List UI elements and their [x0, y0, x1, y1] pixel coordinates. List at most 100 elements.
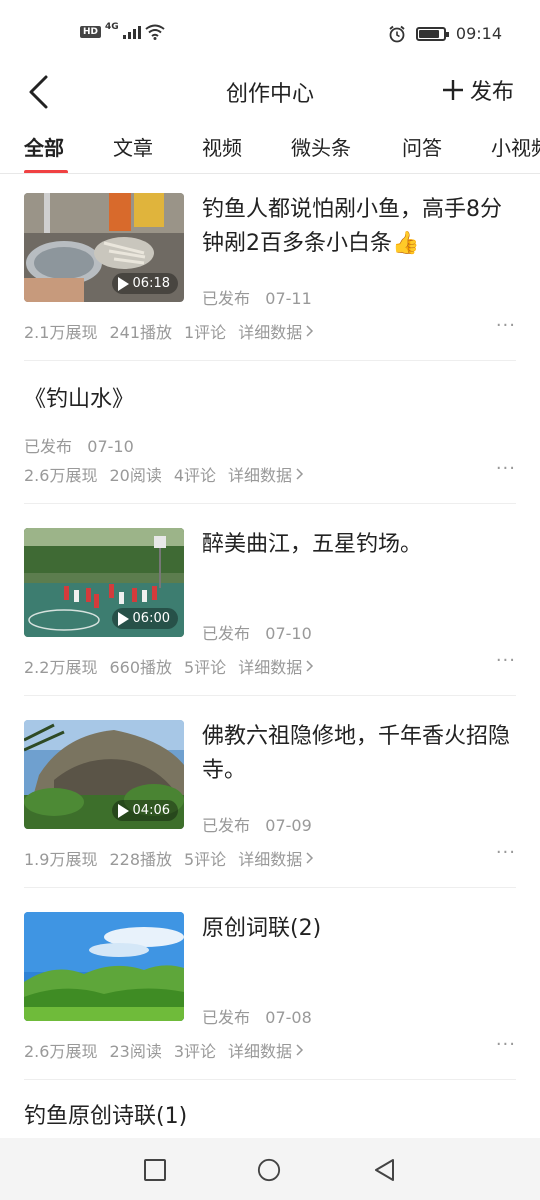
item-stats: 2.6万展现 20阅读 4评论 详细数据 — [24, 462, 304, 486]
tab-qa[interactable]: 问答 — [402, 132, 442, 161]
plays: 228播放 — [109, 850, 172, 869]
detail-data-link[interactable]: 详细数据 — [228, 1038, 304, 1062]
comments: 1评论 — [184, 323, 227, 342]
detail-data-link[interactable]: 详细数据 — [238, 319, 314, 343]
video-thumbnail[interactable]: 04:06 — [24, 720, 184, 829]
publish-button[interactable]: 发布 — [442, 74, 514, 106]
divider — [24, 503, 516, 504]
status-left: HD 4G — [80, 22, 165, 40]
hd-badge: HD — [80, 26, 102, 38]
impressions: 2.2万展现 — [24, 658, 98, 677]
publish-status: 已发布 07-08 — [202, 1004, 312, 1028]
recent-apps-icon[interactable] — [143, 1158, 167, 1182]
item-title[interactable]: 佛教六祖隐修地，千年香火招隐寺。 — [202, 720, 518, 788]
status-text: 已发布 — [202, 289, 251, 308]
duration-label: 06:18 — [132, 276, 170, 291]
more-options-icon[interactable]: ··· — [496, 458, 516, 479]
network-type: 4G — [105, 22, 119, 32]
item-title[interactable]: 《钓山水》 — [24, 383, 504, 417]
publish-label: 发布 — [469, 80, 514, 105]
publish-date: 07-10 — [265, 624, 312, 643]
wifi-icon — [145, 24, 165, 40]
play-icon — [117, 276, 129, 291]
detail-label: 详细数据 — [238, 850, 303, 869]
impressions: 2.1万展现 — [24, 323, 98, 342]
play-icon — [117, 611, 129, 626]
signal-icon — [122, 25, 141, 39]
detail-data-link[interactable]: 详细数据 — [238, 654, 314, 678]
status-right: 09:14 — [388, 24, 502, 43]
item-stats: 1.9万展现 228播放 5评论 详细数据 — [24, 846, 314, 870]
more-options-icon[interactable]: ··· — [496, 315, 516, 336]
tab-all[interactable]: 全部 — [24, 132, 64, 161]
tab-micro-headlines[interactable]: 微头条 — [291, 132, 351, 161]
back-icon[interactable] — [373, 1158, 397, 1182]
plays: 660播放 — [109, 658, 172, 677]
publish-status: 已发布 07-09 — [202, 812, 312, 836]
item-stats: 2.2万展现 660播放 5评论 详细数据 — [24, 654, 314, 678]
item-title[interactable]: 原创词联(2) — [202, 912, 518, 946]
publish-date: 07-10 — [87, 437, 134, 456]
tab-bar: 全部 文章 视频 微头条 问答 小视频 — [0, 118, 540, 174]
video-thumbnail[interactable]: 06:00 — [24, 528, 184, 637]
item-title[interactable]: 钓鱼人都说怕剐小鱼，高手8分钟剐2百多条小白条👍 — [202, 193, 518, 261]
comments: 5评论 — [184, 850, 227, 869]
article-thumbnail[interactable] — [24, 912, 184, 1021]
status-text: 已发布 — [24, 437, 73, 456]
chevron-right-icon — [306, 325, 314, 337]
publish-date: 07-11 — [265, 289, 312, 308]
more-options-icon[interactable]: ··· — [496, 1034, 516, 1055]
detail-data-link[interactable]: 详细数据 — [228, 462, 304, 486]
item-stats: 2.6万展现 23阅读 3评论 详细数据 — [24, 1038, 304, 1062]
video-duration: 06:18 — [111, 273, 178, 294]
chevron-right-icon — [296, 468, 304, 480]
video-duration: 06:00 — [111, 608, 178, 629]
chevron-right-icon — [306, 660, 314, 672]
video-duration: 04:06 — [111, 800, 178, 821]
publish-date: 07-08 — [265, 1008, 312, 1027]
divider — [24, 887, 516, 888]
tab-short-videos[interactable]: 小视频 — [491, 132, 540, 161]
status-text: 已发布 — [202, 624, 251, 643]
detail-label: 详细数据 — [228, 466, 293, 485]
video-thumbnail[interactable]: 06:18 — [24, 193, 184, 302]
header: 创作中心 发布 — [0, 66, 540, 118]
plays: 241播放 — [109, 323, 172, 342]
duration-label: 06:00 — [132, 611, 170, 626]
plus-icon — [442, 80, 463, 100]
tab-articles[interactable]: 文章 — [113, 132, 153, 161]
divider — [24, 360, 516, 361]
battery-fill — [418, 29, 439, 38]
detail-label: 详细数据 — [238, 323, 303, 342]
reads: 20阅读 — [109, 466, 162, 485]
more-options-icon[interactable]: ··· — [496, 650, 516, 671]
divider — [24, 695, 516, 696]
item-title[interactable]: 钓鱼原创诗联(1) — [24, 1100, 504, 1134]
detail-label: 详细数据 — [228, 1042, 293, 1061]
status-text: 已发布 — [202, 816, 251, 835]
publish-status: 已发布 07-10 — [202, 620, 312, 644]
item-title[interactable]: 醉美曲江，五星钓场。 — [202, 528, 518, 562]
duration-label: 04:06 — [132, 803, 170, 818]
battery-icon — [415, 26, 449, 41]
publish-status: 已发布 07-11 — [202, 285, 312, 309]
publish-date: 07-09 — [265, 816, 312, 835]
impressions: 1.9万展现 — [24, 850, 98, 869]
more-options-icon[interactable]: ··· — [496, 842, 516, 863]
impressions: 2.6万展现 — [24, 466, 98, 485]
comments: 5评论 — [184, 658, 227, 677]
home-icon[interactable] — [257, 1158, 281, 1182]
comments: 3评论 — [173, 1042, 217, 1061]
status-text: 已发布 — [202, 1008, 251, 1027]
detail-label: 详细数据 — [238, 658, 303, 677]
system-navigation-bar — [0, 1138, 540, 1200]
tab-videos[interactable]: 视频 — [202, 132, 242, 161]
chevron-right-icon — [296, 1044, 304, 1056]
clock: 09:14 — [455, 24, 502, 43]
thumbnail-image — [24, 912, 184, 1021]
reads: 23阅读 — [109, 1042, 162, 1061]
alarm-icon — [389, 25, 405, 42]
comments: 4评论 — [173, 466, 217, 485]
detail-data-link[interactable]: 详细数据 — [238, 846, 314, 870]
impressions: 2.6万展现 — [24, 1042, 98, 1061]
